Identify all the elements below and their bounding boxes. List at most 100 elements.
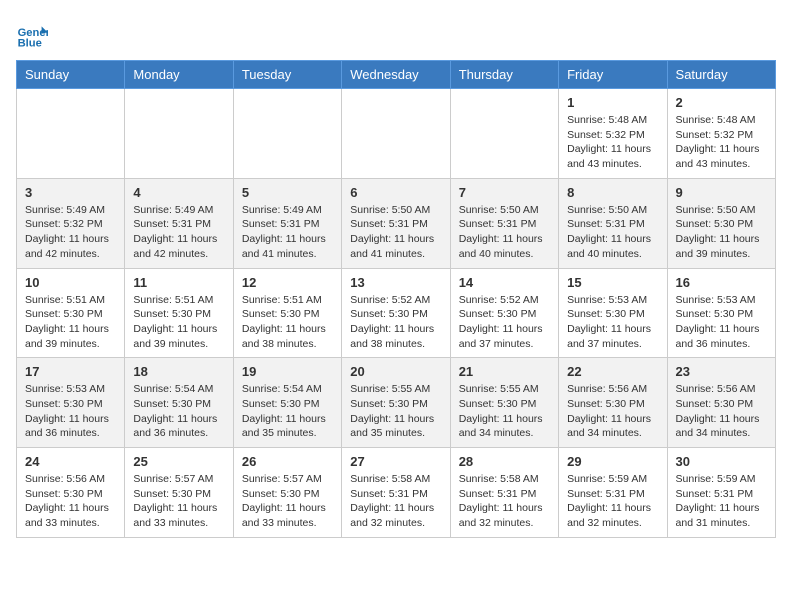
day-info: Sunrise: 5:52 AM Sunset: 5:30 PM Dayligh… bbox=[350, 293, 441, 352]
day-number: 2 bbox=[676, 95, 767, 110]
day-number: 13 bbox=[350, 275, 441, 290]
day-info: Sunrise: 5:50 AM Sunset: 5:30 PM Dayligh… bbox=[676, 203, 767, 262]
weekday-header: Wednesday bbox=[342, 61, 450, 89]
day-info: Sunrise: 5:49 AM Sunset: 5:31 PM Dayligh… bbox=[242, 203, 333, 262]
calendar-cell bbox=[233, 89, 341, 179]
calendar-cell: 4 Sunrise: 5:49 AM Sunset: 5:31 PM Daylig… bbox=[125, 178, 233, 268]
day-info: Sunrise: 5:50 AM Sunset: 5:31 PM Dayligh… bbox=[459, 203, 550, 262]
day-info: Sunrise: 5:56 AM Sunset: 5:30 PM Dayligh… bbox=[25, 472, 116, 531]
day-info: Sunrise: 5:51 AM Sunset: 5:30 PM Dayligh… bbox=[25, 293, 116, 352]
day-info: Sunrise: 5:58 AM Sunset: 5:31 PM Dayligh… bbox=[459, 472, 550, 531]
day-info: Sunrise: 5:55 AM Sunset: 5:30 PM Dayligh… bbox=[459, 382, 550, 441]
calendar-cell: 10 Sunrise: 5:51 AM Sunset: 5:30 PM Dayli… bbox=[17, 268, 125, 358]
day-number: 26 bbox=[242, 454, 333, 469]
calendar-cell: 18Sunrise: 5:54 AM Sunset: 5:30 PM Dayli… bbox=[125, 358, 233, 448]
calendar-cell: 11 Sunrise: 5:51 AM Sunset: 5:30 PM Dayli… bbox=[125, 268, 233, 358]
day-info: Sunrise: 5:59 AM Sunset: 5:31 PM Dayligh… bbox=[567, 472, 658, 531]
day-info: Sunrise: 5:51 AM Sunset: 5:30 PM Dayligh… bbox=[242, 293, 333, 352]
calendar-cell: 14 Sunrise: 5:52 AM Sunset: 5:30 PM Dayli… bbox=[450, 268, 558, 358]
day-info: Sunrise: 5:57 AM Sunset: 5:30 PM Dayligh… bbox=[133, 472, 224, 531]
calendar-week-row: 10 Sunrise: 5:51 AM Sunset: 5:30 PM Dayli… bbox=[17, 268, 776, 358]
day-number: 30 bbox=[676, 454, 767, 469]
day-number: 15 bbox=[567, 275, 658, 290]
calendar-cell: 26 Sunrise: 5:57 AM Sunset: 5:30 PM Dayli… bbox=[233, 448, 341, 538]
calendar-cell: 13 Sunrise: 5:52 AM Sunset: 5:30 PM Dayli… bbox=[342, 268, 450, 358]
calendar-cell bbox=[342, 89, 450, 179]
logo: General Blue bbox=[16, 20, 52, 52]
calendar-body: 1 Sunrise: 5:48 AM Sunset: 5:32 PM Daylig… bbox=[17, 89, 776, 538]
day-number: 1 bbox=[567, 95, 658, 110]
calendar-cell: 30 Sunrise: 5:59 AM Sunset: 5:31 PM Dayli… bbox=[667, 448, 775, 538]
day-info: Sunrise: 5:56 AM Sunset: 5:30 PM Dayligh… bbox=[676, 382, 767, 441]
calendar-header-row: SundayMondayTuesdayWednesdayThursdayFrid… bbox=[17, 61, 776, 89]
svg-text:Blue: Blue bbox=[18, 37, 42, 49]
day-number: 6 bbox=[350, 185, 441, 200]
calendar-cell: 23 Sunrise: 5:56 AM Sunset: 5:30 PM Dayli… bbox=[667, 358, 775, 448]
calendar-cell: 6 Sunrise: 5:50 AM Sunset: 5:31 PM Daylig… bbox=[342, 178, 450, 268]
logo-icon: General Blue bbox=[16, 20, 48, 52]
day-info: Sunrise: 5:57 AM Sunset: 5:30 PM Dayligh… bbox=[242, 472, 333, 531]
day-info: Sunrise: 5:58 AM Sunset: 5:31 PM Dayligh… bbox=[350, 472, 441, 531]
day-info: Sunrise: 5:55 AM Sunset: 5:30 PM Dayligh… bbox=[350, 382, 441, 441]
weekday-header: Sunday bbox=[17, 61, 125, 89]
day-info: Sunrise: 5:53 AM Sunset: 5:30 PM Dayligh… bbox=[567, 293, 658, 352]
day-number: 24 bbox=[25, 454, 116, 469]
calendar-week-row: 3 Sunrise: 5:49 AM Sunset: 5:32 PM Daylig… bbox=[17, 178, 776, 268]
calendar-cell: 24 Sunrise: 5:56 AM Sunset: 5:30 PM Dayli… bbox=[17, 448, 125, 538]
day-info: Sunrise: 5:49 AM Sunset: 5:32 PM Dayligh… bbox=[25, 203, 116, 262]
day-number: 4 bbox=[133, 185, 224, 200]
day-number: 12 bbox=[242, 275, 333, 290]
day-number: 27 bbox=[350, 454, 441, 469]
day-number: 7 bbox=[459, 185, 550, 200]
calendar-cell: 19 Sunrise: 5:54 AM Sunset: 5:30 PM Dayli… bbox=[233, 358, 341, 448]
day-number: 5 bbox=[242, 185, 333, 200]
calendar-cell bbox=[17, 89, 125, 179]
calendar-cell: 2Sunrise: 5:48 AM Sunset: 5:32 PM Daylig… bbox=[667, 89, 775, 179]
calendar-cell bbox=[125, 89, 233, 179]
calendar-cell: 20Sunrise: 5:55 AM Sunset: 5:30 PM Dayli… bbox=[342, 358, 450, 448]
calendar-cell: 25 Sunrise: 5:57 AM Sunset: 5:30 PM Dayli… bbox=[125, 448, 233, 538]
weekday-header: Tuesday bbox=[233, 61, 341, 89]
day-number: 19 bbox=[242, 364, 333, 379]
day-number: 21 bbox=[459, 364, 550, 379]
day-info: Sunrise: 5:49 AM Sunset: 5:31 PM Dayligh… bbox=[133, 203, 224, 262]
day-info: Sunrise: 5:54 AM Sunset: 5:30 PM Dayligh… bbox=[242, 382, 333, 441]
day-info: Sunrise: 5:54 AM Sunset: 5:30 PM Dayligh… bbox=[133, 382, 224, 441]
calendar-table: SundayMondayTuesdayWednesdayThursdayFrid… bbox=[16, 60, 776, 538]
calendar-cell: 16Sunrise: 5:53 AM Sunset: 5:30 PM Dayli… bbox=[667, 268, 775, 358]
calendar-cell: 7 Sunrise: 5:50 AM Sunset: 5:31 PM Daylig… bbox=[450, 178, 558, 268]
day-number: 8 bbox=[567, 185, 658, 200]
day-info: Sunrise: 5:50 AM Sunset: 5:31 PM Dayligh… bbox=[567, 203, 658, 262]
day-number: 14 bbox=[459, 275, 550, 290]
day-number: 10 bbox=[25, 275, 116, 290]
calendar-cell: 1 Sunrise: 5:48 AM Sunset: 5:32 PM Daylig… bbox=[559, 89, 667, 179]
day-number: 23 bbox=[676, 364, 767, 379]
day-info: Sunrise: 5:48 AM Sunset: 5:32 PM Dayligh… bbox=[567, 113, 658, 172]
day-info: Sunrise: 5:53 AM Sunset: 5:30 PM Dayligh… bbox=[25, 382, 116, 441]
calendar-cell: 17Sunrise: 5:53 AM Sunset: 5:30 PM Dayli… bbox=[17, 358, 125, 448]
calendar-cell bbox=[450, 89, 558, 179]
day-info: Sunrise: 5:59 AM Sunset: 5:31 PM Dayligh… bbox=[676, 472, 767, 531]
calendar-cell: 27 Sunrise: 5:58 AM Sunset: 5:31 PM Dayli… bbox=[342, 448, 450, 538]
day-number: 11 bbox=[133, 275, 224, 290]
day-number: 28 bbox=[459, 454, 550, 469]
day-number: 3 bbox=[25, 185, 116, 200]
day-info: Sunrise: 5:50 AM Sunset: 5:31 PM Dayligh… bbox=[350, 203, 441, 262]
weekday-header: Thursday bbox=[450, 61, 558, 89]
day-info: Sunrise: 5:51 AM Sunset: 5:30 PM Dayligh… bbox=[133, 293, 224, 352]
day-number: 9 bbox=[676, 185, 767, 200]
calendar-cell: 29Sunrise: 5:59 AM Sunset: 5:31 PM Dayli… bbox=[559, 448, 667, 538]
calendar-week-row: 1 Sunrise: 5:48 AM Sunset: 5:32 PM Daylig… bbox=[17, 89, 776, 179]
calendar-cell: 15 Sunrise: 5:53 AM Sunset: 5:30 PM Dayli… bbox=[559, 268, 667, 358]
calendar-cell: 28 Sunrise: 5:58 AM Sunset: 5:31 PM Dayli… bbox=[450, 448, 558, 538]
day-info: Sunrise: 5:53 AM Sunset: 5:30 PM Dayligh… bbox=[676, 293, 767, 352]
calendar-cell: 21 Sunrise: 5:55 AM Sunset: 5:30 PM Dayli… bbox=[450, 358, 558, 448]
calendar-week-row: 24 Sunrise: 5:56 AM Sunset: 5:30 PM Dayli… bbox=[17, 448, 776, 538]
day-number: 25 bbox=[133, 454, 224, 469]
calendar-cell: 5 Sunrise: 5:49 AM Sunset: 5:31 PM Daylig… bbox=[233, 178, 341, 268]
day-info: Sunrise: 5:52 AM Sunset: 5:30 PM Dayligh… bbox=[459, 293, 550, 352]
page-header: General Blue bbox=[16, 16, 776, 52]
day-info: Sunrise: 5:56 AM Sunset: 5:30 PM Dayligh… bbox=[567, 382, 658, 441]
calendar-week-row: 17Sunrise: 5:53 AM Sunset: 5:30 PM Dayli… bbox=[17, 358, 776, 448]
weekday-header: Friday bbox=[559, 61, 667, 89]
